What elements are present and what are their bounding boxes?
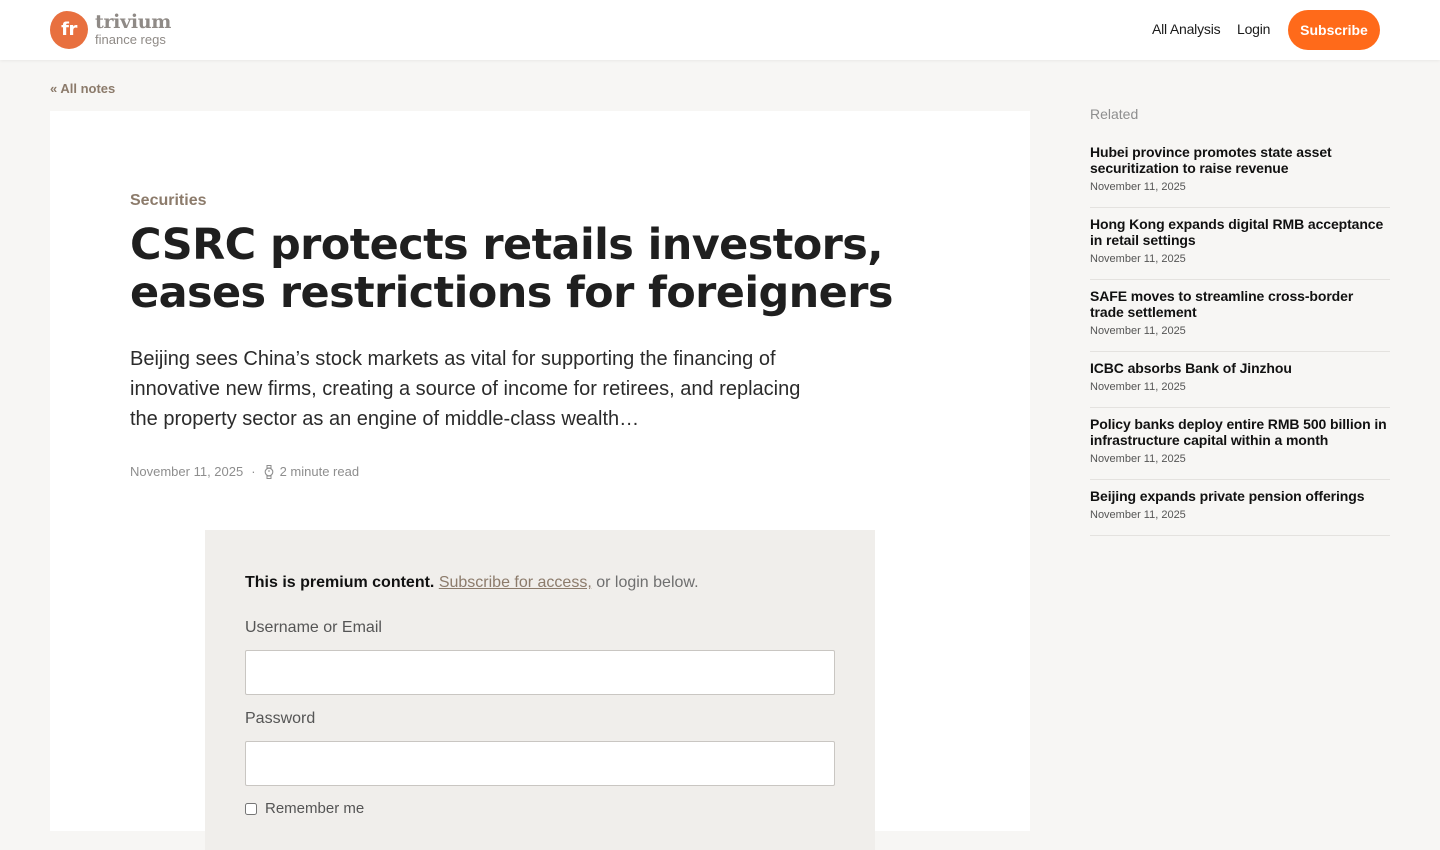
password-label: Password [245, 710, 316, 727]
remember-me-checkbox[interactable] [245, 802, 257, 815]
top-navigation-bar: fr trivium finance regs All Analysis Log… [0, 0, 1440, 60]
nav-all-analysis-link[interactable]: All Analysis [1152, 20, 1221, 38]
related-item-date: November 11, 2025 [1090, 181, 1186, 193]
logo-name: trivium [95, 11, 172, 33]
related-item-title[interactable]: Policy banks deploy entire RMB 500 billi… [1090, 416, 1390, 448]
related-item[interactable]: Beijing expands private pension offering… [1090, 480, 1390, 536]
nav-login-link[interactable]: Login [1237, 20, 1270, 38]
premium-notice: This is premium content. Subscribe for a… [245, 573, 699, 593]
premium-lead: This is premium content. [245, 574, 435, 591]
article-category[interactable]: Securities [130, 192, 206, 210]
logo-mark-icon: fr [50, 11, 88, 49]
logo-subtitle: finance regs [95, 32, 166, 47]
article-summary: Beijing sees China’s stock markets as vi… [130, 348, 801, 430]
related-item-title[interactable]: Beijing expands private pension offering… [1090, 488, 1390, 504]
related-item[interactable]: Hubei province promotes state asset secu… [1090, 136, 1390, 208]
related-list: Hubei province promotes state asset secu… [1090, 136, 1390, 536]
related-item-date: November 11, 2025 [1090, 253, 1186, 265]
site-logo[interactable]: fr trivium finance regs [50, 10, 180, 50]
username-label: Username or Email [245, 619, 382, 636]
premium-tail: or login below. [596, 574, 699, 591]
related-item-title[interactable]: Hubei province promotes state asset secu… [1090, 144, 1390, 176]
related-item-date: November 11, 2025 [1090, 453, 1186, 465]
password-input[interactable] [245, 741, 835, 786]
username-input[interactable] [245, 650, 835, 695]
watch-icon [264, 465, 274, 479]
related-item-date: November 11, 2025 [1090, 509, 1186, 521]
article-meta: November 11, 2025 · 2 minute read [130, 464, 359, 480]
article-title: CSRC protects retails investors, eases r… [130, 220, 893, 318]
premium-login-box: This is premium content. Subscribe for a… [205, 530, 875, 850]
remember-me-label: Remember me [265, 800, 365, 817]
related-item-title[interactable]: SAFE moves to streamline cross-border tr… [1090, 288, 1390, 320]
article-read-time: 2 minute read [279, 464, 360, 479]
article-card: Securities CSRC protects retails investo… [50, 111, 1030, 850]
related-item-date: November 11, 2025 [1090, 325, 1186, 337]
related-item[interactable]: ICBC absorbs Bank of Jinzhou November 11… [1090, 352, 1390, 408]
related-item-title[interactable]: Hong Kong expands digital RMB acceptance… [1090, 216, 1390, 248]
article-date: November 11, 2025 [130, 464, 244, 479]
remember-me-row: Remember me [245, 800, 364, 817]
subscribe-button[interactable]: Subscribe [1288, 10, 1380, 50]
related-item[interactable]: Hong Kong expands digital RMB acceptance… [1090, 208, 1390, 280]
meta-separator: · [251, 464, 256, 479]
subscribe-for-access-link[interactable]: Subscribe for access, [439, 574, 592, 591]
related-item-date: November 11, 2025 [1090, 381, 1186, 393]
related-item-title[interactable]: ICBC absorbs Bank of Jinzhou [1090, 360, 1390, 376]
all-notes-back-link[interactable]: « All notes [50, 81, 115, 96]
related-item[interactable]: Policy banks deploy entire RMB 500 billi… [1090, 408, 1390, 480]
related-item[interactable]: SAFE moves to streamline cross-border tr… [1090, 280, 1390, 352]
related-heading: Related [1090, 106, 1139, 122]
